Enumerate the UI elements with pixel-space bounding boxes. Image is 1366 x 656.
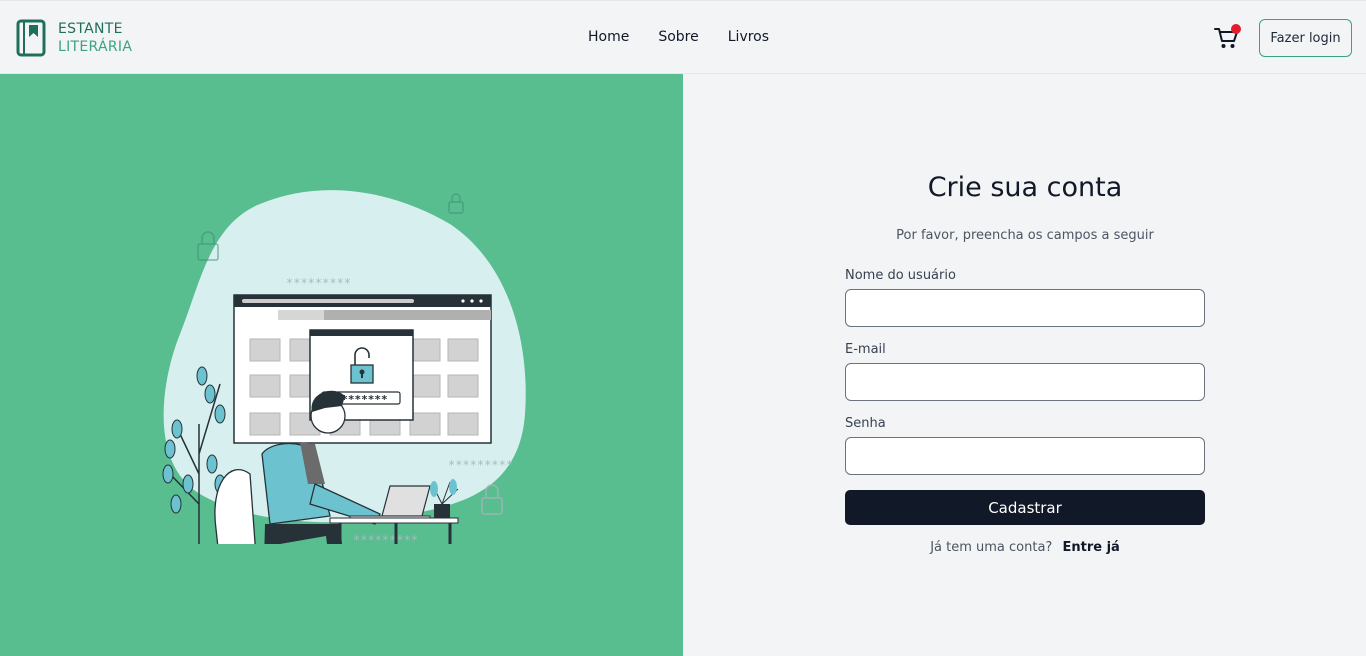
logo-link[interactable]: ESTANTE LITERÁRIA — [16, 19, 132, 57]
nav-sobre[interactable]: Sobre — [658, 29, 698, 45]
stars-mask: ********* — [353, 533, 418, 544]
email-label: E-mail — [845, 342, 886, 357]
email-input[interactable] — [845, 363, 1205, 401]
login-prompt-text: Já tem uma conta? — [930, 540, 1053, 555]
logo-text: ESTANTE LITERÁRIA — [58, 20, 132, 56]
security-illustration: ********* ********* ********* ********* — [162, 190, 526, 544]
lock-icon — [448, 193, 464, 214]
password-label: Senha — [845, 416, 886, 431]
illustration-panel: ********* ********* ********* ********* — [0, 74, 683, 656]
browser-window: ********* — [233, 294, 492, 444]
login-link[interactable]: Entre já — [1062, 540, 1119, 555]
book-logo-icon — [16, 19, 46, 57]
nav-home[interactable]: Home — [588, 29, 629, 45]
register-button[interactable]: Cadastrar — [845, 490, 1205, 525]
password-input[interactable] — [845, 437, 1205, 475]
cart-badge — [1231, 24, 1241, 34]
username-input[interactable] — [845, 289, 1205, 327]
stars-mask: ********* — [286, 276, 351, 290]
username-label: Nome do usuário — [845, 268, 956, 283]
top-navbar: ESTANTE LITERÁRIA Home Sobre Livros Faze… — [0, 0, 1366, 74]
lock-icon — [481, 484, 503, 515]
form-title: Crie sua conta — [927, 172, 1123, 203]
logo-line-2: LITERÁRIA — [58, 39, 133, 55]
login-button[interactable]: Fazer login — [1259, 19, 1352, 57]
stars-mask: ********* — [448, 458, 513, 472]
logo-line-1: ESTANTE — [58, 21, 123, 37]
login-prompt: Já tem uma conta? Entre já — [845, 540, 1205, 555]
form-subtitle: Por favor, preencha os campos a seguir — [896, 228, 1154, 243]
main-nav: Home Sobre Livros — [588, 29, 798, 45]
nav-livros[interactable]: Livros — [728, 29, 769, 45]
